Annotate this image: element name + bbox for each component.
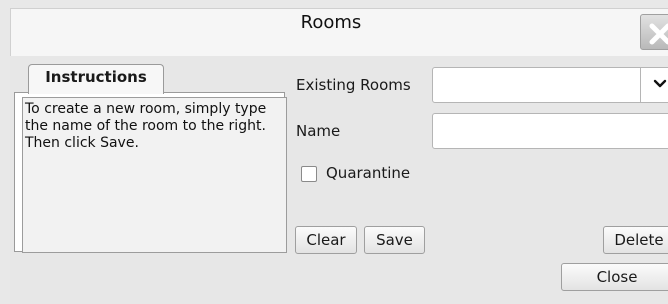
chevron-down-icon xyxy=(653,79,667,88)
instructions-panel: To create a new room, simply type the na… xyxy=(14,92,287,253)
title-bar[interactable]: Rooms xyxy=(10,8,668,56)
save-button[interactable]: Save xyxy=(364,226,425,254)
tab-instructions[interactable]: Instructions xyxy=(28,64,164,94)
name-input[interactable] xyxy=(432,113,668,149)
existing-rooms-label: Existing Rooms xyxy=(296,76,411,94)
name-label: Name xyxy=(296,122,341,140)
quarantine-label: Quarantine xyxy=(326,164,411,182)
window-title: Rooms xyxy=(300,12,362,33)
delete-button[interactable]: Delete xyxy=(603,226,668,254)
rooms-dialog: Rooms To create a new room, simply type … xyxy=(0,0,668,304)
existing-rooms-dropdown-button[interactable] xyxy=(640,67,668,103)
instructions-text: To create a new room, simply type the na… xyxy=(22,97,287,253)
close-x-icon xyxy=(649,23,668,45)
close-window-button[interactable] xyxy=(640,14,668,50)
close-button[interactable]: Close xyxy=(561,263,668,291)
existing-rooms-dropdown[interactable] xyxy=(432,67,668,103)
clear-button[interactable]: Clear xyxy=(295,226,357,254)
quarantine-checkbox[interactable] xyxy=(301,166,317,182)
